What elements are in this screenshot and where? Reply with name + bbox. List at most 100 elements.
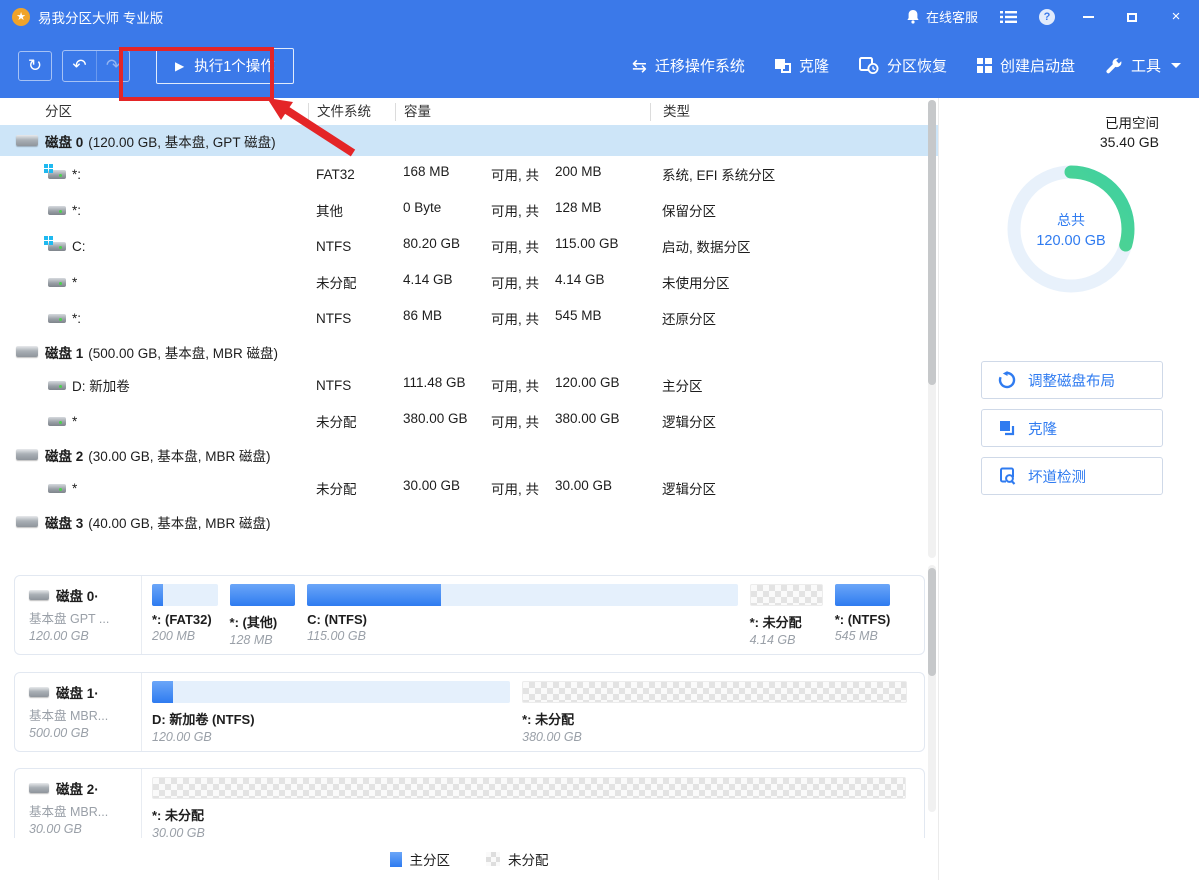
close-button[interactable]: × <box>1165 8 1187 25</box>
type-cell: 主分区 <box>650 375 938 395</box>
clone-button[interactable]: 克隆 <box>775 55 829 76</box>
type-cell: 系统, EFI 系统分区 <box>650 164 938 184</box>
capacity-total: 545 MB <box>555 308 602 328</box>
capacity-avail-label: 可用, 共 <box>491 200 555 220</box>
disk-usage-panel: 已用空间 35.40 GB 总共 120.00 GB <box>938 98 1199 880</box>
app-logo-icon: ★ <box>12 8 30 26</box>
capacity-free: 0 Byte <box>403 200 491 220</box>
table-row-partition[interactable]: * 未分配 380.00 GB可用, 共380.00 GB 逻辑分区 <box>0 403 938 439</box>
online-support-label: 在线客服 <box>926 7 978 26</box>
diskmap-scrollbar-thumb[interactable] <box>928 568 936 676</box>
filesystem-cell: NTFS <box>308 239 395 254</box>
partition-block[interactable]: D: 新加卷 (NTFS) 120.00 GB <box>152 681 510 751</box>
top-bar: ★ 易我分区大师 专业版 在线客服 <box>0 0 1199 98</box>
filesystem-cell: 未分配 <box>308 478 395 498</box>
title-bar: ★ 易我分区大师 专业版 在线客服 <box>0 0 1199 33</box>
partition-label: * <box>72 414 77 429</box>
capacity-avail-label: 可用, 共 <box>491 308 555 328</box>
card-disk-size: 500.00 GB <box>29 726 137 740</box>
migrate-os-label: 迁移操作系统 <box>655 55 745 76</box>
clone-side-button[interactable]: 克隆 <box>981 409 1163 447</box>
table-row-partition[interactable]: D: 新加卷 NTFS 111.48 GB可用, 共120.00 GB 主分区 <box>0 367 938 403</box>
online-support-button[interactable]: 在线客服 <box>906 7 978 26</box>
card-disk-subtitle: 基本盘 GPT ... <box>29 608 137 627</box>
table-row-partition[interactable]: * 未分配 4.14 GB可用, 共4.14 GB 未使用分区 <box>0 264 938 300</box>
partition-label: * <box>72 481 77 496</box>
partition-block[interactable]: C: (NTFS) 115.00 GB <box>307 584 738 654</box>
disk-icon <box>16 449 38 460</box>
card-disk-name: 磁盘 2· <box>56 778 99 798</box>
migrate-os-button[interactable]: ⇆ 迁移操作系统 <box>632 55 745 76</box>
redo-button[interactable]: ↷ <box>96 51 129 81</box>
partition-block-label: C: (NTFS) <box>307 612 738 627</box>
minimize-button[interactable] <box>1077 8 1099 25</box>
partition-recovery-label: 分区恢复 <box>887 55 947 76</box>
type-cell: 启动, 数据分区 <box>650 236 938 256</box>
maximize-icon <box>1127 13 1137 22</box>
create-bootable-disk-button[interactable]: 创建启动盘 <box>977 55 1075 76</box>
partition-block-size: 120.00 GB <box>152 730 510 744</box>
partition-block-label: *: (其他) <box>230 612 296 631</box>
disk-icon <box>29 590 49 600</box>
execute-operations-button[interactable]: ▶ 执行1个操作 <box>156 48 294 84</box>
tools-menu-button[interactable]: 工具 <box>1105 55 1181 76</box>
filesystem-cell: 未分配 <box>308 411 395 431</box>
partition-icon <box>48 417 66 426</box>
table-row-partition[interactable]: C: NTFS 80.20 GB可用, 共115.00 GB 启动, 数据分区 <box>0 228 938 264</box>
table-row-partition[interactable]: * 未分配 30.00 GB可用, 共30.00 GB 逻辑分区 <box>0 470 938 506</box>
used-space-value: 35.40 GB <box>1100 134 1159 150</box>
clone-side-label: 克隆 <box>1028 418 1057 439</box>
table-row-disk0[interactable]: 磁盘 0 (120.00 GB, 基本盘, GPT 磁盘) <box>0 125 938 156</box>
legend-unallocated: 未分配 <box>486 849 549 869</box>
table-row-disk3[interactable]: 磁盘 3 (40.00 GB, 基本盘, MBR 磁盘) <box>0 506 938 537</box>
help-button[interactable]: ? <box>1039 9 1055 25</box>
partition-block-size: 115.00 GB <box>307 629 738 643</box>
undo-button[interactable]: ↶ <box>63 51 96 81</box>
undo-redo-group: ↶ ↷ <box>62 50 130 82</box>
capacity-avail-label: 可用, 共 <box>491 164 555 184</box>
table-scrollbar-thumb[interactable] <box>928 100 936 385</box>
partition-recovery-button[interactable]: 分区恢复 <box>859 55 947 76</box>
partition-icon <box>48 381 66 390</box>
table-row-partition[interactable]: *: 其他 0 Byte可用, 共128 MB 保留分区 <box>0 192 938 228</box>
adjust-disk-layout-button[interactable]: 调整磁盘布局 <box>981 361 1163 399</box>
bad-sector-test-button[interactable]: 坏道检测 <box>981 457 1163 495</box>
capacity-free: 80.20 GB <box>403 236 491 256</box>
partition-block[interactable]: *: (FAT32) 200 MB <box>152 584 218 654</box>
disk-info: (500.00 GB, 基本盘, MBR 磁盘) <box>88 342 278 362</box>
card-disk-name: 磁盘 0· <box>56 585 99 605</box>
table-row-disk1[interactable]: 磁盘 1 (500.00 GB, 基本盘, MBR 磁盘) <box>0 336 938 367</box>
table-row-partition[interactable]: *: NTFS 86 MB可用, 共545 MB 还原分区 <box>0 300 938 336</box>
capacity-total: 380.00 GB <box>555 411 620 431</box>
disk1-map-card[interactable]: 磁盘 1· 基本盘 MBR... 500.00 GB D: 新加卷 (NTFS)… <box>14 672 925 752</box>
column-header-filesystem: 文件系统 <box>308 103 395 121</box>
execute-operations-label: 执行1个操作 <box>194 55 275 76</box>
partition-block-unallocated[interactable]: *: 未分配 4.14 GB <box>750 584 823 654</box>
used-space-label: 已用空间 35.40 GB <box>1100 112 1159 150</box>
redo-icon: ↷ <box>106 56 120 76</box>
maximize-button[interactable] <box>1121 8 1143 25</box>
undo-icon: ↶ <box>72 56 86 76</box>
disk-info: (30.00 GB, 基本盘, MBR 磁盘) <box>88 445 270 465</box>
partition-block-unallocated[interactable]: *: 未分配 380.00 GB <box>522 681 907 751</box>
partition-block[interactable]: *: (其他) 128 MB <box>230 584 296 654</box>
disk-list-panel: 分区 文件系统 容量 类型 磁盘 0 (120.00 GB, 基本盘, GPT … <box>0 98 938 880</box>
bad-sector-test-label: 坏道检测 <box>1028 466 1086 487</box>
windows-badge-icon <box>44 164 48 168</box>
table-row-partition[interactable]: *: FAT32 168 MB可用, 共200 MB 系统, EFI 系统分区 <box>0 156 938 192</box>
table-row-disk2[interactable]: 磁盘 2 (30.00 GB, 基本盘, MBR 磁盘) <box>0 439 938 470</box>
create-bootable-disk-label: 创建启动盘 <box>1000 55 1075 76</box>
disk0-map-card[interactable]: 磁盘 0· 基本盘 GPT ... 120.00 GB *: (FAT32) 2… <box>14 575 925 655</box>
legend-label: 未分配 <box>508 849 549 869</box>
migrate-os-icon: ⇆ <box>632 57 647 75</box>
operations-list-button[interactable] <box>1000 10 1017 24</box>
disk-icon <box>16 516 38 527</box>
partition-icon <box>48 314 66 323</box>
tools-label: 工具 <box>1131 55 1161 76</box>
partition-label: *: <box>72 167 81 182</box>
partition-block-unallocated[interactable]: *: 未分配 30.00 GB <box>152 777 906 847</box>
adjust-disk-layout-label: 调整磁盘布局 <box>1028 370 1115 391</box>
refresh-button[interactable]: ↻ <box>18 51 52 81</box>
disk2-map-card[interactable]: 磁盘 2· 基本盘 MBR... 30.00 GB *: 未分配 30.00 G… <box>14 768 925 848</box>
partition-block[interactable]: *: (NTFS) 545 MB <box>835 584 891 654</box>
